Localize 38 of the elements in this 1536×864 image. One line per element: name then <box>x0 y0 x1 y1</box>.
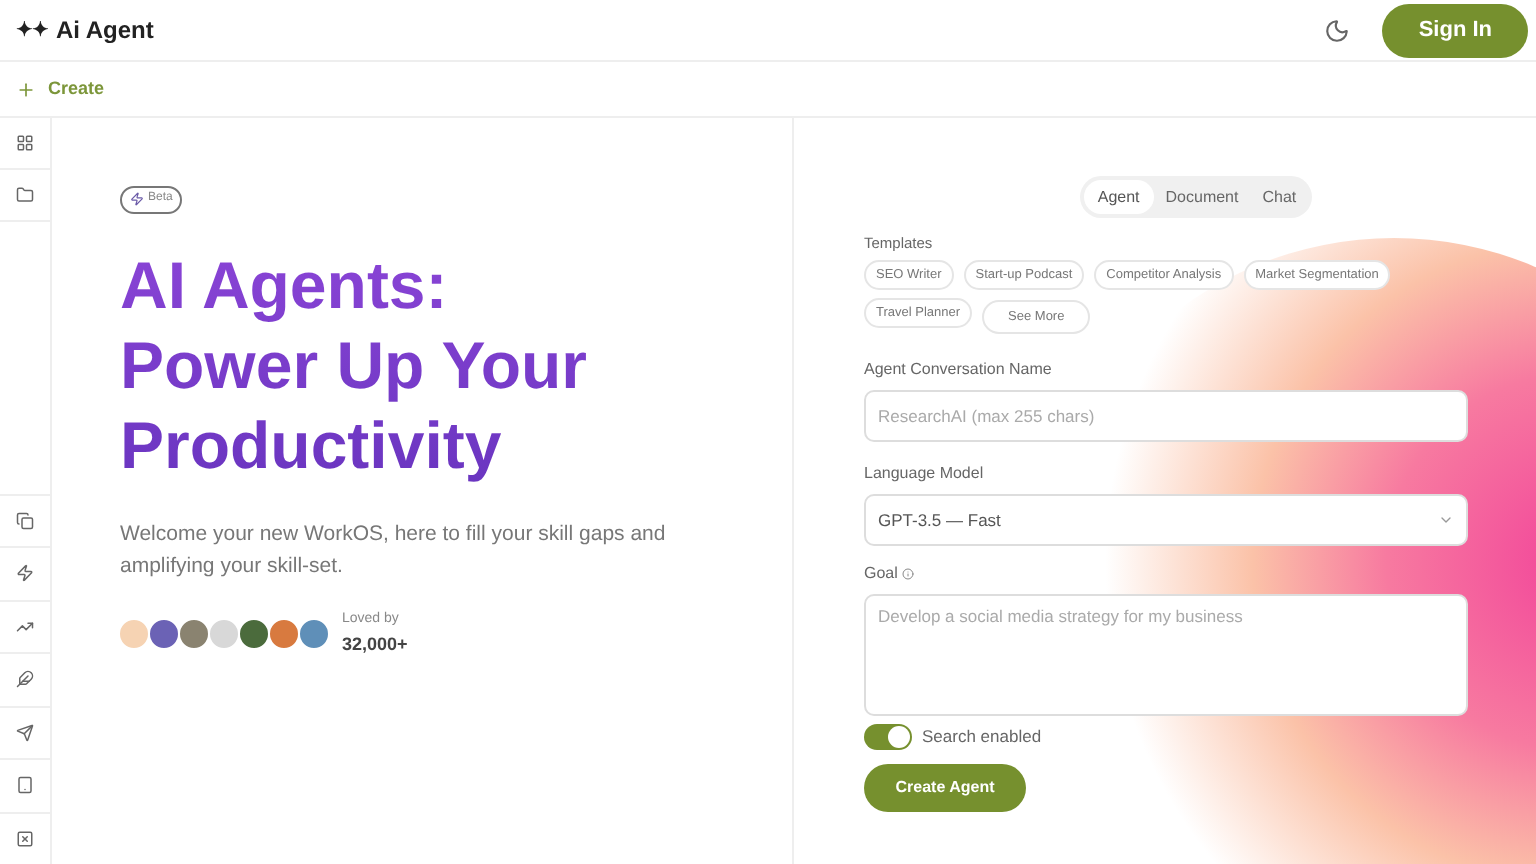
avatar <box>238 618 270 650</box>
goal-input[interactable]: Develop a social media strategy for my business <box>864 594 1468 717</box>
search-toggle[interactable] <box>864 724 912 751</box>
tab[interactable]: Chat <box>1250 180 1309 214</box>
tablet-icon[interactable] <box>16 776 34 795</box>
copy-icon[interactable] <box>16 511 34 530</box>
app-title: Ai Agent <box>56 14 154 48</box>
avatar <box>268 618 300 650</box>
avatar <box>148 618 180 650</box>
hero-description: Welcome your new WorkOS, here to fill your skill gaps and amplifying your skill-set. <box>120 520 668 582</box>
trend-icon[interactable] <box>16 617 34 636</box>
logo-mark: ✦✦ <box>16 17 48 45</box>
toggle-label: Search enabled <box>922 724 1042 751</box>
tab[interactable]: Agent <box>1083 180 1154 214</box>
avatar <box>298 618 330 650</box>
lightning-icon <box>130 192 144 206</box>
square-x-icon[interactable] <box>16 829 34 848</box>
model-select[interactable]: GPT-3.5 — Fast <box>864 494 1468 547</box>
lightning-icon[interactable] <box>16 564 34 583</box>
tab[interactable]: Document <box>1153 180 1251 214</box>
folder-icon[interactable] <box>16 186 34 204</box>
field-label: Language Model <box>864 462 986 487</box>
dark-mode-icon[interactable] <box>1324 17 1351 43</box>
avatar <box>118 618 150 650</box>
name-input[interactable]: ResearchAI (max 255 chars) <box>864 390 1468 443</box>
loved-count: 32,000+ <box>342 631 408 657</box>
info-icon <box>901 568 914 581</box>
sign-in-button[interactable]: Sign In <box>1382 3 1528 57</box>
avatar <box>208 618 240 650</box>
create-agent-button[interactable]: Create Agent <box>864 764 1026 813</box>
create-button[interactable]: Create <box>16 75 105 103</box>
field-label: Goal <box>864 562 898 587</box>
avatar <box>178 618 210 650</box>
grid-icon[interactable] <box>16 134 34 152</box>
plus-icon <box>16 79 36 99</box>
field-label: Agent Conversation Name <box>864 358 1054 383</box>
feather-icon[interactable] <box>16 670 34 689</box>
send-icon[interactable] <box>16 723 34 742</box>
